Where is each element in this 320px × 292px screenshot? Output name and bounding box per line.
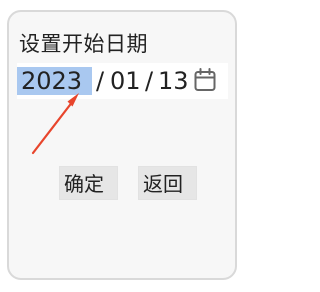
confirm-button[interactable]: 确定 <box>59 166 118 200</box>
start-date-input[interactable]: 2023 / 01 / 13 <box>17 63 228 99</box>
dialog-title: 设置开始日期 <box>19 32 148 56</box>
back-button[interactable]: 返回 <box>138 166 197 200</box>
date-separator: / <box>96 67 105 95</box>
date-separator: / <box>145 67 154 95</box>
day-segment[interactable]: 13 <box>158 67 189 95</box>
month-segment[interactable]: 01 <box>110 67 141 95</box>
calendar-icon[interactable] <box>194 68 216 92</box>
year-segment[interactable]: 2023 <box>17 67 92 95</box>
